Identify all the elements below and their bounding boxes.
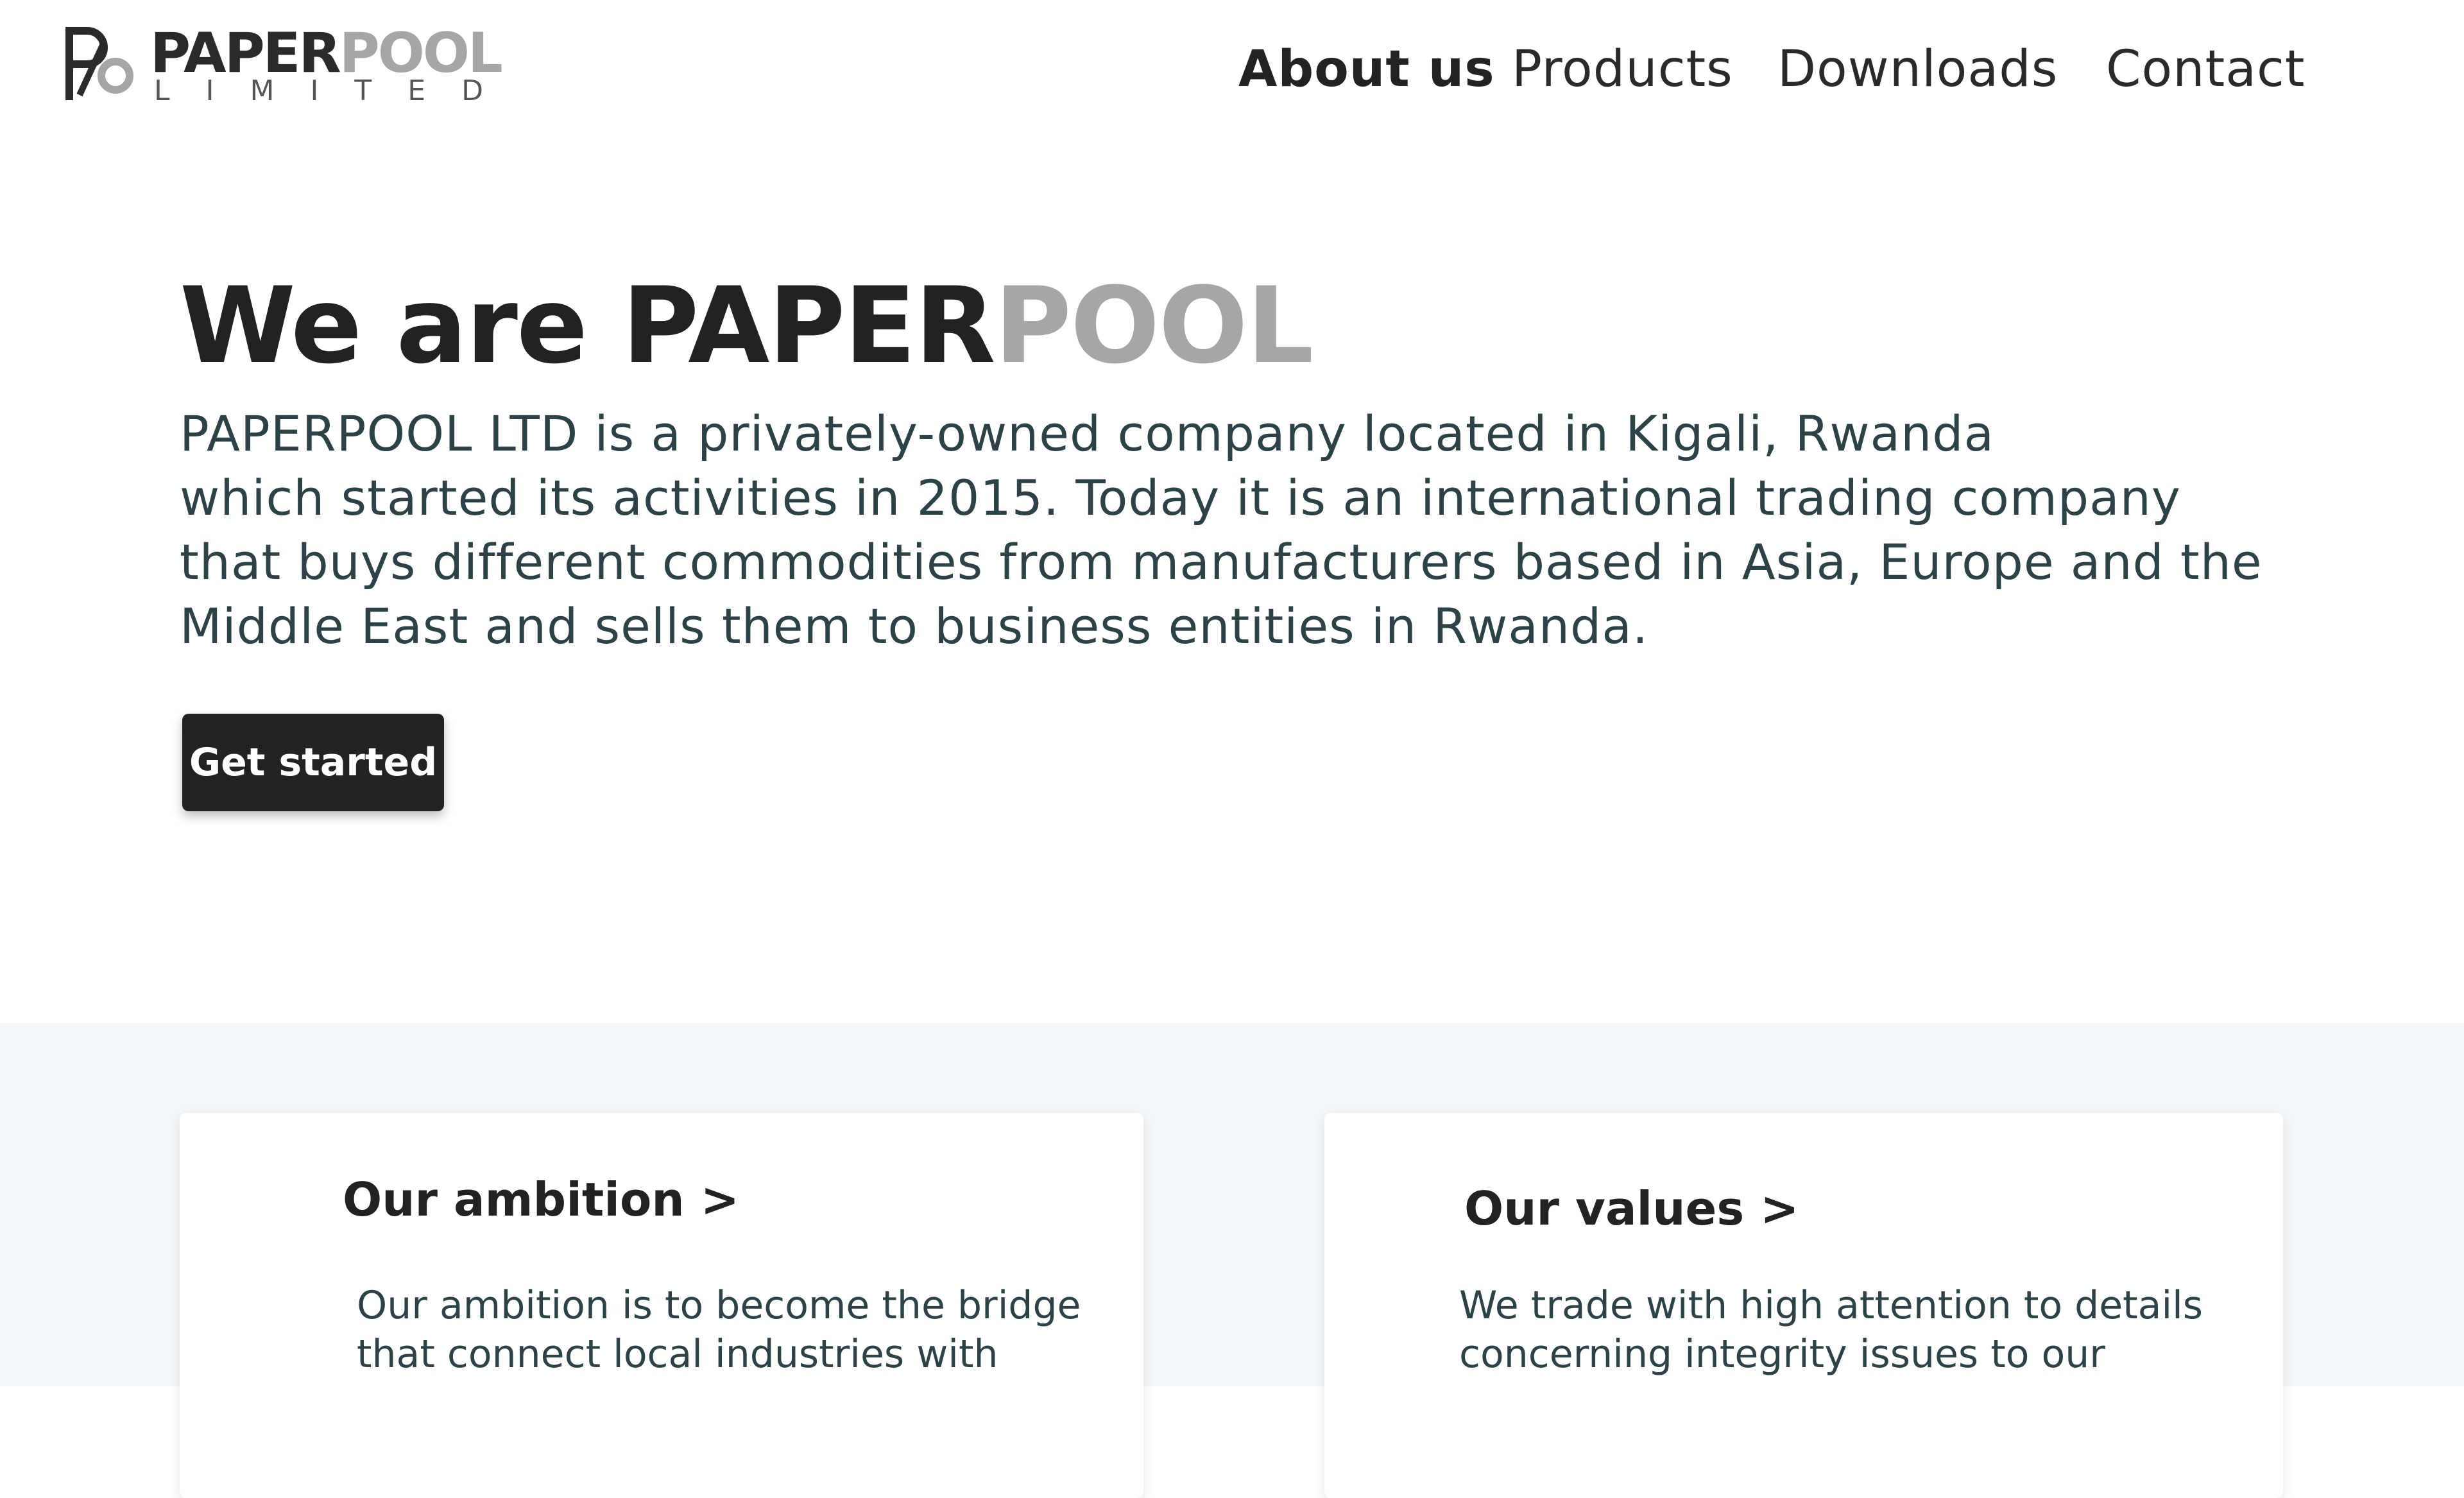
ambition-card-text: Our ambition is to become the bridge tha… — [357, 1281, 1081, 1379]
nav-products[interactable]: Products — [1512, 37, 1733, 101]
nav-downloads[interactable]: Downloads — [1777, 37, 2058, 101]
main-nav: About us Products Downloads Contact — [0, 37, 2464, 101]
values-card-title[interactable]: Our values > — [1464, 1180, 1799, 1237]
hero-description-line: which started its activities in 2015. To… — [180, 469, 2181, 526]
hero-title: We are PAPERPOOL — [180, 268, 1313, 384]
ambition-card-title[interactable]: Our ambition > — [343, 1171, 739, 1228]
values-card-text-line: We trade with high attention to details — [1459, 1283, 2203, 1328]
ambition-card: Our ambition > Our ambition is to become… — [180, 1113, 1143, 1498]
ambition-card-text-line: Our ambition is to become the bridge — [357, 1283, 1081, 1328]
info-section: Our ambition > Our ambition is to become… — [0, 1023, 2464, 1498]
values-card-text: We trade with high attention to details … — [1459, 1281, 2203, 1379]
hero-description: PAPERPOOL LTD is a privately-owned compa… — [180, 402, 2263, 659]
values-card: Our values > We trade with high attentio… — [1324, 1113, 2283, 1498]
hero-title-dark: We are PAPER — [180, 264, 996, 387]
hero-title-grey: POOL — [994, 264, 1314, 387]
hero-description-line: Middle East and sells them to business e… — [180, 598, 1648, 655]
get-started-button[interactable]: Get started — [182, 714, 444, 811]
hero-description-line: that buys different commodities from man… — [180, 533, 2263, 590]
ambition-card-text-line: that connect local industries with — [357, 1332, 998, 1377]
values-card-text-line: concerning integrity issues to our — [1459, 1332, 2105, 1377]
nav-about-us[interactable]: About us — [1238, 37, 1495, 101]
hero-description-line: PAPERPOOL LTD is a privately-owned compa… — [180, 405, 1995, 462]
nav-contact[interactable]: Contact — [2106, 37, 2305, 101]
